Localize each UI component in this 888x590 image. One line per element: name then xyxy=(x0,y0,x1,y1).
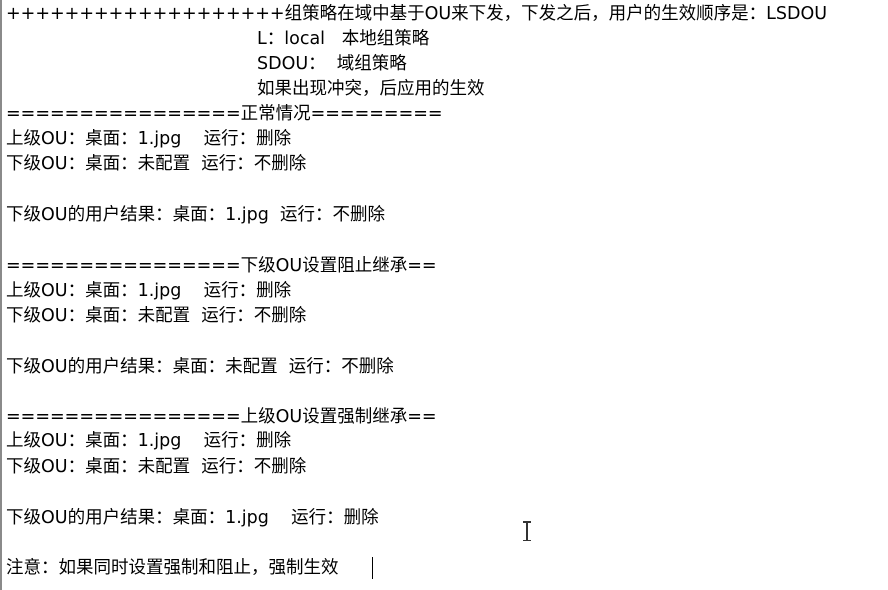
text-line: SDOU： 域组策略 xyxy=(257,54,407,74)
text-line: +++++++++++++++++++组策略在域中基于OU来下发，下发之后，用户… xyxy=(6,4,828,24)
text-line: 下级OU的用户结果：桌面：未配置 运行：不删除 xyxy=(6,357,394,377)
text-line: L：local 本地组策略 xyxy=(257,29,430,49)
text-line: 上级OU：桌面：1.jpg 运行：删除 xyxy=(6,281,292,301)
text-line: 上级OU：桌面：1.jpg 运行：删除 xyxy=(6,129,292,149)
text-line: 下级OU的用户结果：桌面：1.jpg 运行：删除 xyxy=(6,508,379,528)
section-divider: ================正常情况========= xyxy=(6,104,443,124)
text-line: 下级OU：桌面：未配置 运行：不删除 xyxy=(6,457,307,477)
text-line: 下级OU：桌面：未配置 运行：不删除 xyxy=(6,306,307,326)
section-divider: ================下级OU设置阻止继承== xyxy=(6,256,437,276)
text-editor[interactable]: +++++++++++++++++++组策略在域中基于OU来下发，下发之后，用户… xyxy=(0,0,888,590)
text-line: 上级OU：桌面：1.jpg 运行：删除 xyxy=(6,431,292,451)
ibeam-cursor-icon xyxy=(522,521,532,541)
editor-left-border xyxy=(0,0,2,590)
text-line: 如果出现冲突，后应用的生效 xyxy=(257,79,485,99)
text-caret xyxy=(372,557,373,579)
text-line: 注意：如果同时设置强制和阻止，强制生效 xyxy=(6,558,339,578)
section-divider: ================上级OU设置强制继承== xyxy=(6,407,437,427)
text-line: 下级OU：桌面：未配置 运行：不删除 xyxy=(6,154,307,174)
text-line: 下级OU的用户结果：桌面：1.jpg 运行：不删除 xyxy=(6,205,385,225)
